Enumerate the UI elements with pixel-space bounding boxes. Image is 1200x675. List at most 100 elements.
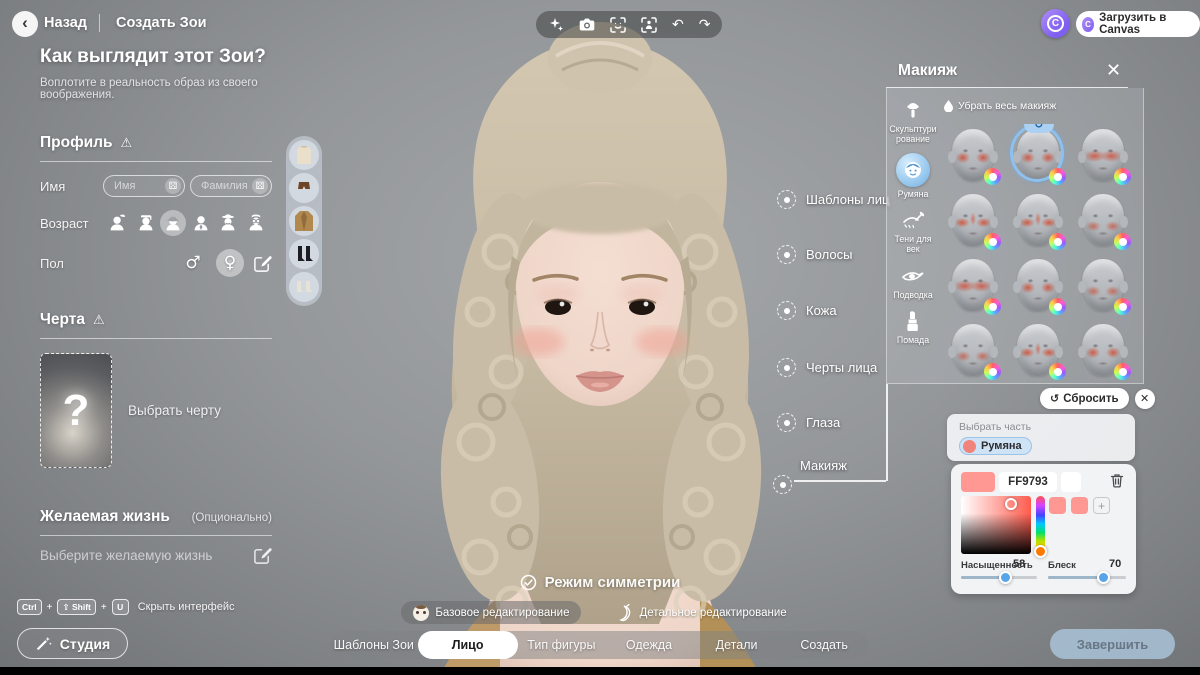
upload-to-canvas-button[interactable]: C Загрузить в Canvas bbox=[1076, 11, 1200, 37]
tab-body-type[interactable]: Тип фигуры bbox=[518, 631, 606, 659]
blush-preset[interactable] bbox=[1007, 319, 1069, 384]
age-adult-icon[interactable] bbox=[188, 210, 214, 236]
age-elder-icon[interactable] bbox=[243, 210, 269, 236]
outfit-jacket-thumbnail[interactable] bbox=[289, 206, 319, 236]
saturation-slider-thumb[interactable] bbox=[999, 571, 1012, 584]
last-name-input[interactable] bbox=[191, 180, 247, 192]
trait-select-label[interactable]: Выбрать черту bbox=[128, 403, 221, 418]
color-wheel-icon[interactable] bbox=[1049, 233, 1066, 250]
blush-preset[interactable] bbox=[1072, 124, 1134, 189]
tool-eyeliner[interactable]: Подводка bbox=[888, 264, 938, 300]
marker-eyes[interactable]: Глаза bbox=[777, 413, 840, 432]
age-infant-icon[interactable] bbox=[105, 210, 131, 236]
life-edit-icon[interactable] bbox=[253, 546, 272, 565]
color-wheel-icon[interactable] bbox=[1114, 298, 1131, 315]
blush-preset[interactable] bbox=[942, 319, 1004, 384]
trash-icon[interactable] bbox=[1107, 470, 1127, 490]
tab-clothes[interactable]: Одежда bbox=[605, 631, 693, 659]
gloss-slider-thumb[interactable] bbox=[1097, 571, 1110, 584]
gender-male-icon[interactable]: ♂ bbox=[179, 249, 207, 277]
age-senior-icon[interactable] bbox=[215, 210, 241, 236]
blush-preset[interactable] bbox=[1072, 319, 1134, 384]
add-swatch-button[interactable]: + bbox=[1093, 497, 1110, 514]
hue-slider[interactable] bbox=[1036, 496, 1045, 554]
outfit-boots-thumbnail[interactable] bbox=[289, 239, 319, 269]
body-scan-icon[interactable] bbox=[641, 17, 657, 33]
redo-icon[interactable]: ↷ bbox=[699, 18, 711, 32]
back-button[interactable]: ‹ bbox=[12, 11, 38, 37]
color-wheel-icon[interactable] bbox=[984, 233, 1001, 250]
first-name-input[interactable] bbox=[104, 180, 160, 192]
color-wheel-icon[interactable] bbox=[1049, 298, 1066, 315]
sv-cursor[interactable] bbox=[1005, 498, 1017, 510]
basic-edit-mode-button[interactable]: Базовое редактирование bbox=[401, 601, 581, 624]
color-wheel-icon[interactable] bbox=[984, 363, 1001, 380]
outfit-top-thumbnail[interactable] bbox=[289, 140, 319, 170]
gender-custom-edit-icon[interactable] bbox=[253, 254, 272, 273]
life-placeholder[interactable]: Выберите желаемую жизнь bbox=[40, 548, 212, 563]
undo-preset-badge[interactable]: ↺ bbox=[1024, 124, 1054, 133]
hex-value-field[interactable]: FF9793 bbox=[999, 472, 1057, 492]
saturation-value-area[interactable] bbox=[961, 496, 1031, 554]
blush-preset[interactable] bbox=[1072, 189, 1134, 254]
gender-female-icon[interactable]: ♀ bbox=[216, 249, 244, 277]
tool-blush[interactable]: Румяна bbox=[888, 153, 938, 199]
gloss-slider[interactable] bbox=[1048, 576, 1126, 579]
tool-eyeshadow[interactable]: Тени для век bbox=[888, 208, 938, 254]
blush-preset[interactable] bbox=[1007, 254, 1069, 319]
age-teen-icon[interactable] bbox=[160, 210, 186, 236]
tab-zoi-templates[interactable]: Шаблоны Зои bbox=[330, 631, 418, 659]
color-wheel-icon[interactable] bbox=[1114, 168, 1131, 185]
tab-face[interactable]: Лицо bbox=[418, 631, 518, 659]
undo-icon[interactable]: ↶ bbox=[672, 18, 684, 32]
saved-swatch[interactable] bbox=[1071, 497, 1088, 514]
marker-face-templates[interactable]: Шаблоны лиц bbox=[777, 190, 889, 209]
close-color-panel-icon[interactable]: ✕ bbox=[1135, 389, 1155, 409]
tool-sculpting[interactable]: Скульптури рование bbox=[888, 98, 938, 144]
age-child-icon[interactable] bbox=[133, 210, 159, 236]
marker-makeup[interactable]: Макияж bbox=[773, 470, 847, 494]
reset-button[interactable]: ↺ Сбросить bbox=[1040, 388, 1129, 409]
canvas-profile-badge[interactable]: C bbox=[1041, 9, 1070, 38]
hue-cursor[interactable] bbox=[1034, 545, 1047, 558]
studio-button[interactable]: Студия bbox=[17, 628, 128, 659]
detailed-edit-mode-button[interactable]: Детальное редактирование bbox=[605, 601, 798, 624]
magic-sparkle-icon[interactable] bbox=[548, 17, 564, 33]
color-wheel-icon[interactable] bbox=[1114, 233, 1131, 250]
last-name-field[interactable]: ⚄ bbox=[190, 175, 272, 197]
back-label[interactable]: Назад bbox=[44, 15, 87, 31]
color-wheel-icon[interactable] bbox=[1049, 168, 1066, 185]
tab-create[interactable]: Создать bbox=[780, 631, 868, 659]
random-name-dice-icon[interactable]: ⚄ bbox=[165, 178, 181, 194]
marker-hair[interactable]: Волосы bbox=[777, 245, 852, 264]
camera-icon[interactable] bbox=[579, 17, 595, 33]
remove-all-makeup-button[interactable]: Убрать весь макияж bbox=[944, 100, 1056, 112]
secondary-swatch[interactable] bbox=[1061, 472, 1081, 492]
finish-button[interactable]: Завершить bbox=[1050, 629, 1175, 659]
color-wheel-icon[interactable] bbox=[1114, 363, 1131, 380]
part-chip-blush[interactable]: Румяна bbox=[959, 437, 1032, 455]
color-wheel-icon[interactable] bbox=[984, 298, 1001, 315]
first-name-field[interactable]: ⚄ bbox=[103, 175, 185, 197]
tab-details[interactable]: Детали bbox=[693, 631, 781, 659]
face-scan-icon[interactable] bbox=[610, 17, 626, 33]
trait-card[interactable]: ? bbox=[40, 353, 112, 468]
random-surname-dice-icon[interactable]: ⚄ bbox=[252, 178, 268, 194]
saved-swatch[interactable] bbox=[1049, 497, 1066, 514]
outfit-shoes-thumbnail[interactable] bbox=[289, 272, 319, 302]
tool-lipstick[interactable]: Помада bbox=[888, 309, 938, 345]
marker-facial-features[interactable]: Черты лица bbox=[777, 358, 877, 377]
blush-preset[interactable] bbox=[942, 189, 1004, 254]
blush-preset[interactable] bbox=[1007, 189, 1069, 254]
marker-skin[interactable]: Кожа bbox=[777, 301, 837, 320]
color-wheel-icon[interactable] bbox=[984, 168, 1001, 185]
makeup-close-icon[interactable]: ✕ bbox=[1106, 60, 1121, 81]
current-color-swatch[interactable] bbox=[961, 472, 995, 492]
blush-preset-selected[interactable]: ↺ bbox=[1007, 124, 1069, 189]
outfit-bottom-thumbnail[interactable] bbox=[289, 173, 319, 203]
blush-preset[interactable] bbox=[1072, 254, 1134, 319]
blush-preset[interactable] bbox=[942, 254, 1004, 319]
saturation-slider[interactable] bbox=[961, 576, 1037, 579]
blush-preset[interactable] bbox=[942, 124, 1004, 189]
color-wheel-icon[interactable] bbox=[1049, 363, 1066, 380]
